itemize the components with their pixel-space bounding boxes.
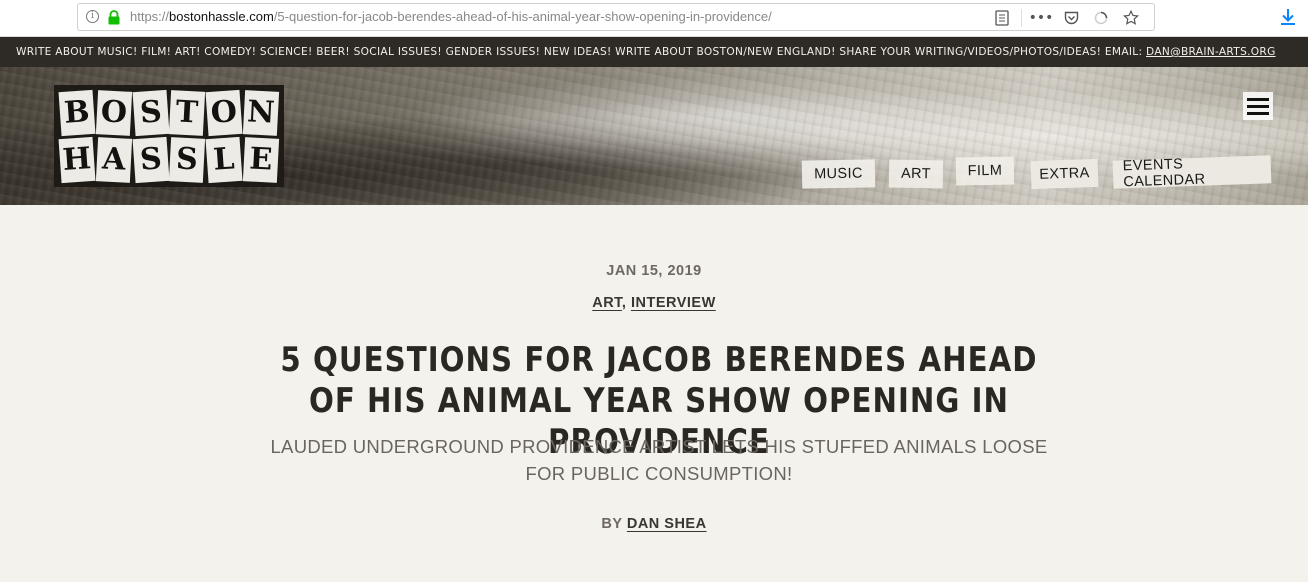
browser-toolbar: i https://bostonhassle.com/5-question-fo…: [0, 0, 1308, 37]
more-actions-icon[interactable]: •••: [1026, 8, 1056, 28]
nav-film[interactable]: FILM: [955, 156, 1015, 186]
loading-icon: [1086, 8, 1116, 28]
byline-prefix: BY: [601, 516, 627, 532]
logo-letter: E: [243, 136, 280, 182]
nav-events-calendar[interactable]: EVENTS CALENDAR: [1112, 155, 1272, 190]
logo-letter: S: [132, 136, 169, 183]
url-actions: •••: [987, 8, 1146, 28]
logo-letter: L: [205, 136, 243, 183]
category-link-art[interactable]: ART: [592, 295, 622, 311]
post-date: JAN 15, 2019: [606, 263, 702, 279]
url-prefix: https://: [130, 9, 170, 24]
post-categories: ART, INTERVIEW: [0, 295, 1308, 311]
logo-letter: T: [169, 90, 206, 136]
announcement-bar: WRITE ABOUT MUSIC! FILM! ART! COMEDY! SC…: [0, 37, 1308, 67]
info-icon[interactable]: i: [86, 10, 99, 23]
logo-letter: H: [58, 136, 96, 183]
lock-icon[interactable]: [107, 10, 121, 25]
address-bar[interactable]: i https://bostonhassle.com/5-question-fo…: [77, 3, 1155, 31]
logo-letter: O: [95, 90, 132, 136]
logo-letter: B: [58, 89, 96, 136]
bookmark-star-icon[interactable]: [1116, 8, 1146, 28]
logo-letter: N: [243, 90, 280, 136]
pocket-icon[interactable]: [1056, 8, 1086, 28]
site-logo[interactable]: B O S T O N H A S S L E: [54, 85, 284, 187]
category-separator: ,: [621, 295, 631, 311]
download-icon[interactable]: [1279, 8, 1297, 26]
url-host: bostonhassle.com: [169, 9, 274, 24]
author-link[interactable]: DAN SHEA: [627, 516, 707, 532]
nav-music[interactable]: MUSIC: [801, 159, 876, 189]
category-link-interview[interactable]: INTERVIEW: [631, 295, 716, 311]
site-header-banner: B O S T O N H A S S L E MUSIC ART FILM E…: [0, 67, 1308, 205]
url-path: /5-question-for-jacob-berendes-ahead-of-…: [273, 9, 772, 24]
nav-extra[interactable]: EXTRA: [1030, 158, 1099, 190]
email-link[interactable]: DAN@BRAIN-ARTS.ORG: [1146, 46, 1276, 58]
logo-letters: B O S T O N H A S S L E: [58, 89, 280, 183]
logo-letter: S: [132, 89, 169, 136]
byline: BY DAN SHEA: [0, 516, 1308, 532]
url-text[interactable]: https://bostonhassle.com/5-question-for-…: [130, 9, 772, 24]
logo-letter: O: [205, 89, 243, 136]
article-subtitle: LAUDED UNDERGROUND PROVIDENCE ARTIST LET…: [270, 436, 1048, 484]
reader-view-icon[interactable]: [987, 8, 1017, 28]
hamburger-menu-icon[interactable]: [1243, 92, 1273, 120]
logo-letter: S: [169, 136, 206, 182]
toolbar-separator: [1021, 9, 1022, 27]
logo-letter: A: [95, 136, 132, 182]
announcement-text: WRITE ABOUT MUSIC! FILM! ART! COMEDY! SC…: [16, 46, 1147, 58]
nav-art[interactable]: ART: [888, 159, 944, 189]
